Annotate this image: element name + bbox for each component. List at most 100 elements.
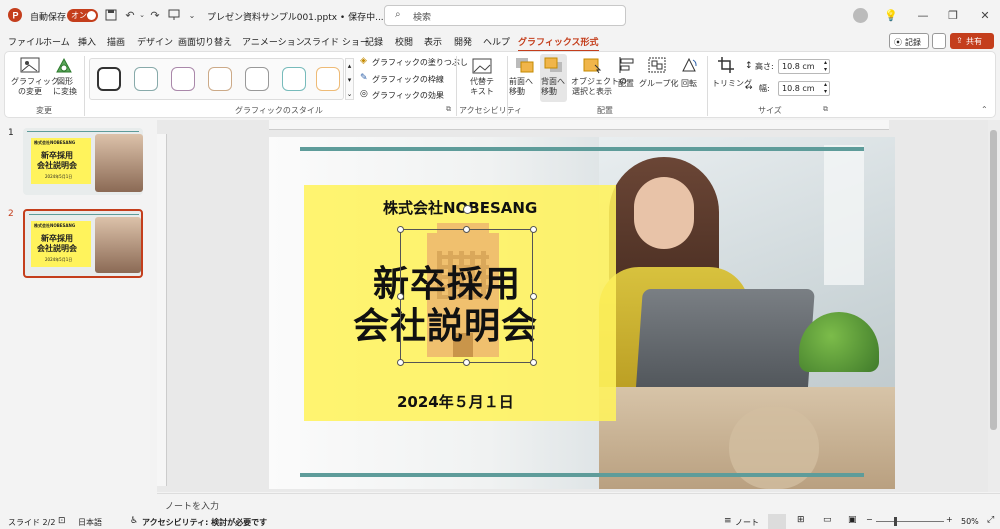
search-box[interactable]: ⌕ 検索	[384, 5, 626, 26]
bring-forward-icon[interactable]	[514, 56, 536, 74]
group-button[interactable]: グループ化	[639, 79, 679, 89]
normal-view-icon[interactable]	[768, 514, 786, 529]
notes-placeholder[interactable]: ノートを入力	[165, 499, 219, 512]
convert-shape-button[interactable]: 図形 に変換	[49, 77, 81, 97]
present-icon[interactable]	[167, 8, 181, 22]
style-swatch[interactable]	[208, 67, 232, 91]
alt-text-button[interactable]: 代替テ キスト	[467, 77, 497, 97]
resize-handle[interactable]	[397, 226, 404, 233]
avatar[interactable]	[853, 8, 868, 23]
alt-text-icon[interactable]	[471, 57, 493, 75]
style-gallery[interactable]	[89, 58, 344, 100]
resize-handle[interactable]	[530, 293, 537, 300]
tab-review[interactable]: 校閲	[395, 35, 413, 48]
tab-insert[interactable]: 挿入	[78, 35, 96, 48]
selection-pane-icon[interactable]	[581, 56, 603, 74]
zoom-in-icon[interactable]: +	[946, 515, 953, 524]
style-swatch[interactable]	[245, 67, 269, 91]
send-backward-icon[interactable]	[543, 56, 565, 74]
rotate-handle-icon[interactable]	[463, 205, 472, 214]
align-icon[interactable]	[618, 56, 636, 74]
height-input[interactable]: 10.8 cm ▴ ▾	[778, 59, 830, 74]
zoom-slider[interactable]	[876, 521, 944, 522]
dialog-launcher-icon[interactable]: ⧉	[446, 105, 451, 114]
style-swatch[interactable]	[282, 67, 306, 91]
selection-pane-button[interactable]: オブジェクトの 選択と表示	[571, 77, 627, 97]
crop-button[interactable]: トリミング	[712, 79, 752, 89]
resize-handle[interactable]	[463, 359, 470, 366]
vertical-scrollbar[interactable]	[988, 120, 1000, 492]
graphic-effects-button[interactable]: グラフィックの効果	[372, 90, 444, 101]
accessibility-status[interactable]: アクセシビリティ: 検討が必要です	[142, 517, 267, 528]
language-indicator[interactable]: 日本語	[78, 517, 102, 528]
crop-icon[interactable]	[717, 56, 737, 74]
send-backward-button[interactable]: 背面へ 移動	[541, 77, 568, 97]
gallery-scroll[interactable]: ▴ ▾ ⌄	[345, 58, 354, 100]
slide-thumbnail-1[interactable]: 株式会社NOBESANG 新卒採用 会社説明会 2024年5月1日	[23, 128, 143, 195]
company-name[interactable]: 株式会社NOBESANG	[383, 197, 537, 218]
tab-help[interactable]: ヘルプ	[483, 35, 510, 48]
graphic-fill-button[interactable]: グラフィックの塗りつぶし	[372, 57, 468, 68]
style-swatch[interactable]	[134, 67, 158, 91]
rotate-icon[interactable]	[680, 56, 698, 74]
resize-handle[interactable]	[530, 226, 537, 233]
spellcheck-icon[interactable]: ⊡	[58, 516, 66, 526]
zoom-level[interactable]: 50%	[961, 517, 979, 526]
redo-icon[interactable]: ↷	[148, 8, 162, 22]
rotate-button[interactable]: 回転	[678, 79, 700, 89]
change-graphic-icon[interactable]	[17, 56, 43, 76]
group-icon[interactable]	[647, 56, 667, 74]
tab-graphics-format[interactable]: グラフィックス形式	[518, 35, 599, 52]
tab-file[interactable]: ファイル	[8, 35, 44, 48]
spinner-icon[interactable]: ▴ ▾	[824, 59, 827, 73]
change-graphic-button[interactable]: グラフィック の変更	[11, 77, 59, 97]
dialog-launcher-icon[interactable]: ⧉	[823, 105, 828, 114]
width-input[interactable]: 10.8 cm ▴ ▾	[778, 81, 830, 96]
notes-pane[interactable]: ノートを入力	[157, 493, 1000, 513]
autosave-toggle[interactable]: オン	[67, 9, 98, 22]
tab-animations[interactable]: アニメーション	[242, 35, 305, 48]
style-swatch[interactable]	[316, 67, 340, 91]
tab-record[interactable]: 記録	[365, 35, 383, 48]
comments-icon[interactable]	[932, 33, 946, 49]
resize-handle[interactable]	[397, 293, 404, 300]
lightbulb-icon[interactable]: 💡	[884, 8, 898, 22]
minimize-icon[interactable]: —	[916, 8, 930, 22]
event-date[interactable]: 2024年５月１日	[397, 391, 514, 412]
notes-button[interactable]: ノート	[735, 517, 759, 528]
convert-shape-icon[interactable]	[53, 56, 75, 76]
chevron-down-icon[interactable]: ⌄	[135, 8, 149, 22]
tab-home[interactable]: ホーム	[43, 35, 70, 48]
resize-handle[interactable]	[397, 359, 404, 366]
slideshow-icon[interactable]: ▣	[848, 515, 857, 525]
fit-to-window-icon[interactable]: ⤢	[987, 515, 994, 525]
tab-transitions[interactable]: 画面切り替え	[178, 35, 232, 48]
chevron-down-icon[interactable]: ⌄	[351, 9, 358, 18]
resize-handle[interactable]	[463, 226, 470, 233]
resize-handle[interactable]	[530, 359, 537, 366]
record-button[interactable]: ⦿ 記録	[889, 33, 929, 49]
zoom-out-icon[interactable]: −	[866, 515, 873, 524]
tab-slideshow[interactable]: スライド ショー	[303, 35, 369, 48]
graphic-outline-button[interactable]: グラフィックの枠線	[372, 74, 444, 85]
tab-design[interactable]: デザイン	[137, 35, 173, 48]
save-icon[interactable]	[104, 8, 118, 22]
tab-draw[interactable]: 描画	[107, 35, 125, 48]
reading-view-icon[interactable]: ▭	[823, 515, 832, 525]
align-button[interactable]: 配置	[615, 79, 637, 89]
bring-forward-button[interactable]: 前面へ 移動	[509, 77, 541, 97]
tab-developer[interactable]: 開発	[454, 35, 472, 48]
selection-frame[interactable]	[400, 229, 533, 363]
scrollbar-thumb[interactable]	[990, 130, 997, 430]
collapse-ribbon-icon[interactable]: ⌃	[981, 105, 988, 114]
spinner-icon[interactable]: ▴ ▾	[824, 81, 827, 95]
share-button[interactable]: ⇪ 共有	[950, 33, 994, 49]
slide-canvas[interactable]: 株式会社NOBESANG 新卒採用 会社説明会 2024年５月１日	[269, 137, 895, 489]
restore-icon[interactable]: ❐	[946, 8, 960, 22]
slide-sorter-icon[interactable]: ⊞	[797, 515, 805, 525]
zoom-slider-thumb[interactable]	[894, 517, 897, 526]
tab-view[interactable]: 表示	[424, 35, 442, 48]
style-swatch[interactable]	[97, 67, 121, 91]
slide-thumbnail-2[interactable]: 株式会社NOBESANG 新卒採用 会社説明会 2024年5月1日	[23, 209, 143, 278]
style-swatch[interactable]	[171, 67, 195, 91]
